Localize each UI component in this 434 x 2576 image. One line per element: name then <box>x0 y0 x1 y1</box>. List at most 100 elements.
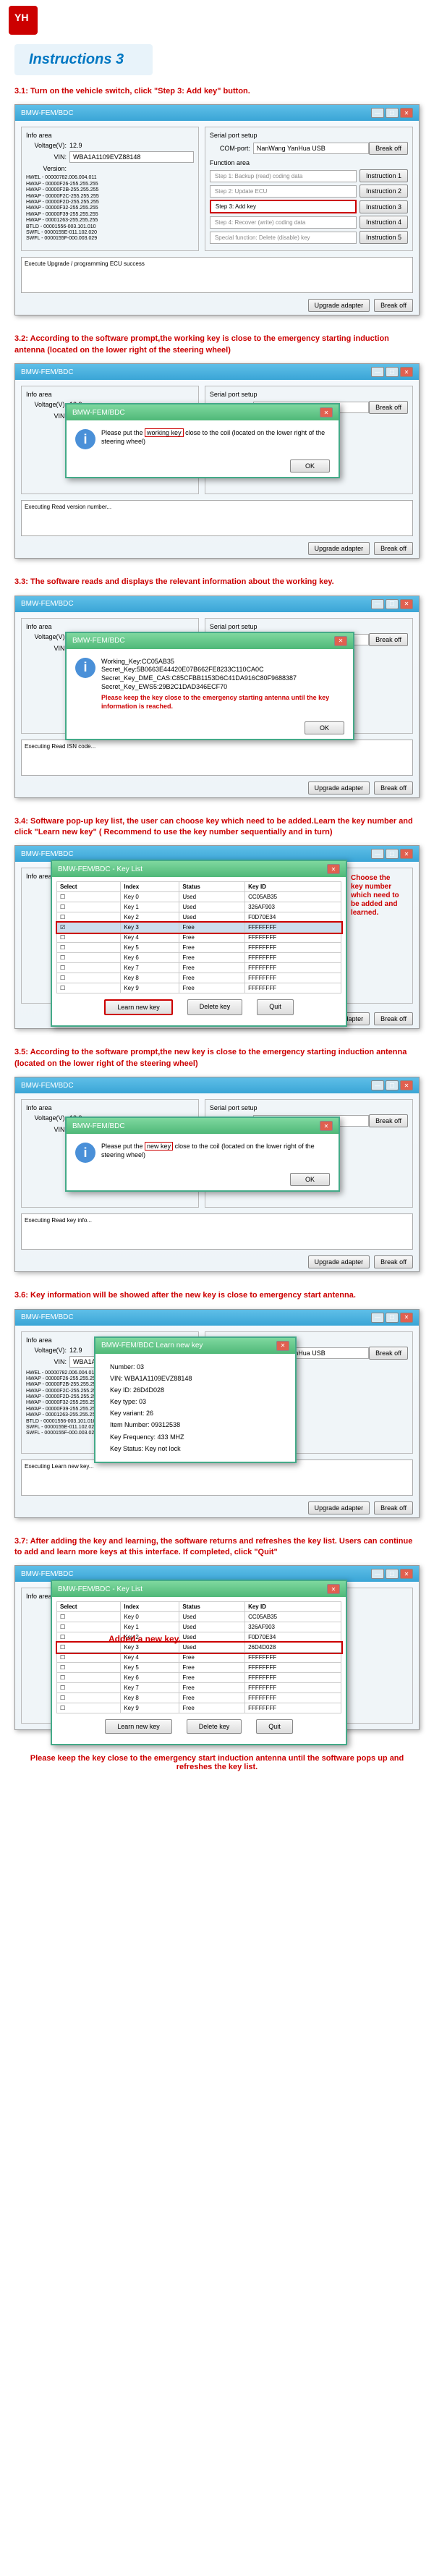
table-row[interactable]: ☐Key 5FreeFFFFFFFF <box>57 1663 341 1673</box>
special-func-button[interactable]: Special function: Delete (disable) key <box>210 232 357 244</box>
footer-warning: Please keep the key close to the emergen… <box>0 1748 434 1777</box>
step-heading: 3.4: Software pop-up key list, the user … <box>14 816 420 839</box>
close-button[interactable]: ✕ <box>400 367 413 377</box>
delete-key-button[interactable]: Delete key <box>187 1719 242 1734</box>
ok-button[interactable]: OK <box>305 721 344 734</box>
window-title: BMW-FEM/BDC <box>21 109 74 117</box>
close-button[interactable]: ✕ <box>320 407 333 418</box>
key-list-dialog: BMW-FEM/BDC - Key List✕ SelectIndexStatu… <box>51 1580 347 1745</box>
ok-button[interactable]: OK <box>290 1173 330 1186</box>
break-off-button[interactable]: Break off <box>374 299 413 312</box>
close-button[interactable]: ✕ <box>320 1121 333 1131</box>
close-button[interactable]: ✕ <box>400 108 413 118</box>
table-row[interactable]: ☐Key 6FreeFFFFFFFF <box>57 953 341 963</box>
vin-field: WBA1A1109EVZ88148 <box>69 151 194 163</box>
step-3-4: 3.4: Software pop-up key list, the user … <box>0 816 434 1030</box>
prompt-dialog: BMW-FEM/BDC✕ i Please put the new key cl… <box>65 1117 340 1192</box>
delete-key-button[interactable]: Delete key <box>187 999 243 1015</box>
minimize-button[interactable]: — <box>371 367 384 377</box>
log-output: Executing Read version number... <box>21 500 413 536</box>
dialog-message: Please put the new key close to the coil… <box>101 1143 330 1159</box>
key-info-dialog: BMW-FEM/BDC✕ i Working_Key:CC05AB35Secre… <box>65 632 354 740</box>
info-area-title: Info area <box>26 132 194 139</box>
step-heading: 3.7: After adding the key and learning, … <box>14 1536 420 1559</box>
quit-button[interactable]: Quit <box>256 1719 293 1734</box>
step-3-7: 3.7: After adding the key and learning, … <box>0 1536 434 1731</box>
dialog-message: Please put the working key close to the … <box>101 429 330 446</box>
dialog-message: Working_Key:CC05AB35Secret_Key:5B0663E44… <box>101 658 344 711</box>
maximize-button[interactable]: ☐ <box>386 108 399 118</box>
key-list-dialog: BMW-FEM/BDC - Key List✕ SelectIndexStatu… <box>51 860 347 1027</box>
break-off-button[interactable]: Break off <box>369 142 408 155</box>
instruction5-button[interactable]: Instruction 5 <box>359 231 408 244</box>
step-3-6: 3.6: Key information will be showed afte… <box>0 1290 434 1517</box>
step-3-3: 3.3: The software reads and displays the… <box>0 577 434 797</box>
step1-button[interactable]: Step 1: Backup (read) coding data <box>210 170 357 182</box>
close-button[interactable]: ✕ <box>327 1584 340 1594</box>
log-output: Executing Learn new key... <box>21 1459 413 1496</box>
step-heading: 3.3: The software reads and displays the… <box>14 577 420 588</box>
table-row[interactable]: ☐Key 7FreeFFFFFFFF <box>57 1683 341 1693</box>
com-port-select[interactable]: NanWang YanHua USB <box>253 143 369 154</box>
step-heading: 3.5: According to the software prompt,th… <box>14 1047 420 1069</box>
table-row[interactable]: ☐Key 1Used326AF903 <box>57 1622 341 1632</box>
table-row[interactable]: ☐Key 5FreeFFFFFFFF <box>57 943 341 953</box>
serial-title: Serial port setup <box>210 132 408 139</box>
app-window: BMW-FEM/BDC — ☐ ✕ Info area Voltage(V):1… <box>14 104 420 315</box>
minimize-button[interactable]: — <box>371 108 384 118</box>
table-row[interactable]: ☐Key 0UsedCC05AB35 <box>57 1612 341 1622</box>
key-list-table: SelectIndexStatusKey ID ☐Key 0UsedCC05AB… <box>56 881 341 993</box>
key-list-table: SelectIndexStatusKey ID ☐Key 0UsedCC05AB… <box>56 1601 341 1713</box>
learn-new-key-button[interactable]: Learn new key <box>105 1719 172 1734</box>
table-row[interactable]: ☐Key 8FreeFFFFFFFF <box>57 973 341 983</box>
page-title-box: Instructions 3 <box>14 44 153 75</box>
step-3-1: 3.1: Turn on the vehicle switch, click "… <box>0 86 434 315</box>
ok-button[interactable]: OK <box>290 459 330 473</box>
info-icon: i <box>75 1143 95 1163</box>
learn-new-key-button[interactable]: Learn new key <box>104 999 173 1015</box>
step-3-2: 3.2: According to the software prompt,th… <box>0 334 434 559</box>
info-icon: i <box>75 429 95 449</box>
func-area-title: Function area <box>210 159 408 166</box>
table-row[interactable]: ☐Key 4FreeFFFFFFFF <box>57 933 341 943</box>
table-row-new[interactable]: ☐Key 3Used26D4D028 <box>57 1643 341 1653</box>
table-row[interactable]: ☐Key 9FreeFFFFFFFF <box>57 1703 341 1713</box>
titlebar: BMW-FEM/BDC — ☐ ✕ <box>15 105 419 121</box>
learn-key-dialog: BMW-FEM/BDC Learn new key✕ Number: 03 VI… <box>94 1336 297 1464</box>
close-button[interactable]: ✕ <box>327 864 340 874</box>
table-row[interactable]: ☐Key 1Used326AF903 <box>57 902 341 912</box>
page-header: YANHUA TECH <box>0 0 434 41</box>
table-row[interactable]: ☐Key 2UsedF0D70E34 <box>57 912 341 923</box>
table-row[interactable]: ☐Key 4FreeFFFFFFFF <box>57 1653 341 1663</box>
maximize-button[interactable]: ☐ <box>386 367 399 377</box>
table-row[interactable]: ☐Key 7FreeFFFFFFFF <box>57 963 341 973</box>
upgrade-adapter-button[interactable]: Upgrade adapter <box>308 299 370 312</box>
instruction4-button[interactable]: Instruction 4 <box>359 216 408 229</box>
quit-button[interactable]: Quit <box>257 999 294 1015</box>
log-output: Executing Read key info... <box>21 1213 413 1250</box>
table-row[interactable]: ☐Key 2UsedF0D70E34 <box>57 1632 341 1643</box>
table-row[interactable]: ☐Key 6FreeFFFFFFFF <box>57 1673 341 1683</box>
prompt-dialog: BMW-FEM/BDC✕ i Please put the working ke… <box>65 403 340 478</box>
instruction2-button[interactable]: Instruction 2 <box>359 185 408 198</box>
version-list: HWEL - 00000782.006.004.011HWAP - 00000F… <box>26 175 194 242</box>
step-3-5: 3.5: According to the software prompt,th… <box>0 1047 434 1272</box>
step3-button[interactable]: Step 3: Add key <box>210 200 357 213</box>
table-row[interactable]: ☐Key 8FreeFFFFFFFF <box>57 1693 341 1703</box>
log-output: Execute Upgrade / programming ECU succes… <box>21 257 413 293</box>
table-row[interactable]: ☐Key 0UsedCC05AB35 <box>57 892 341 902</box>
table-row[interactable]: ☐Key 9FreeFFFFFFFF <box>57 983 341 993</box>
step-heading: 3.6: Key information will be showed afte… <box>14 1290 420 1301</box>
close-button[interactable]: ✕ <box>334 636 347 646</box>
log-output: Executing Read ISN code... <box>21 740 413 776</box>
table-row-selected[interactable]: ☑Key 3FreeFFFFFFFF <box>57 923 341 933</box>
brand-logo: YANHUA TECH <box>9 6 38 35</box>
learn-key-info: Number: 03 VIN: WBA1A1109EVZ88148 Key ID… <box>95 1354 295 1462</box>
info-icon: i <box>75 658 95 678</box>
instruction1-button[interactable]: Instruction 1 <box>359 169 408 182</box>
step4-button[interactable]: Step 4: Recover (write) coding data <box>210 216 357 229</box>
instruction3-button[interactable]: Instruction 3 <box>359 200 408 213</box>
step2-button[interactable]: Step 2: Update ECU <box>210 185 357 198</box>
close-button[interactable]: ✕ <box>276 1341 289 1351</box>
callout-added-key: Added a new key. <box>109 1634 181 1644</box>
